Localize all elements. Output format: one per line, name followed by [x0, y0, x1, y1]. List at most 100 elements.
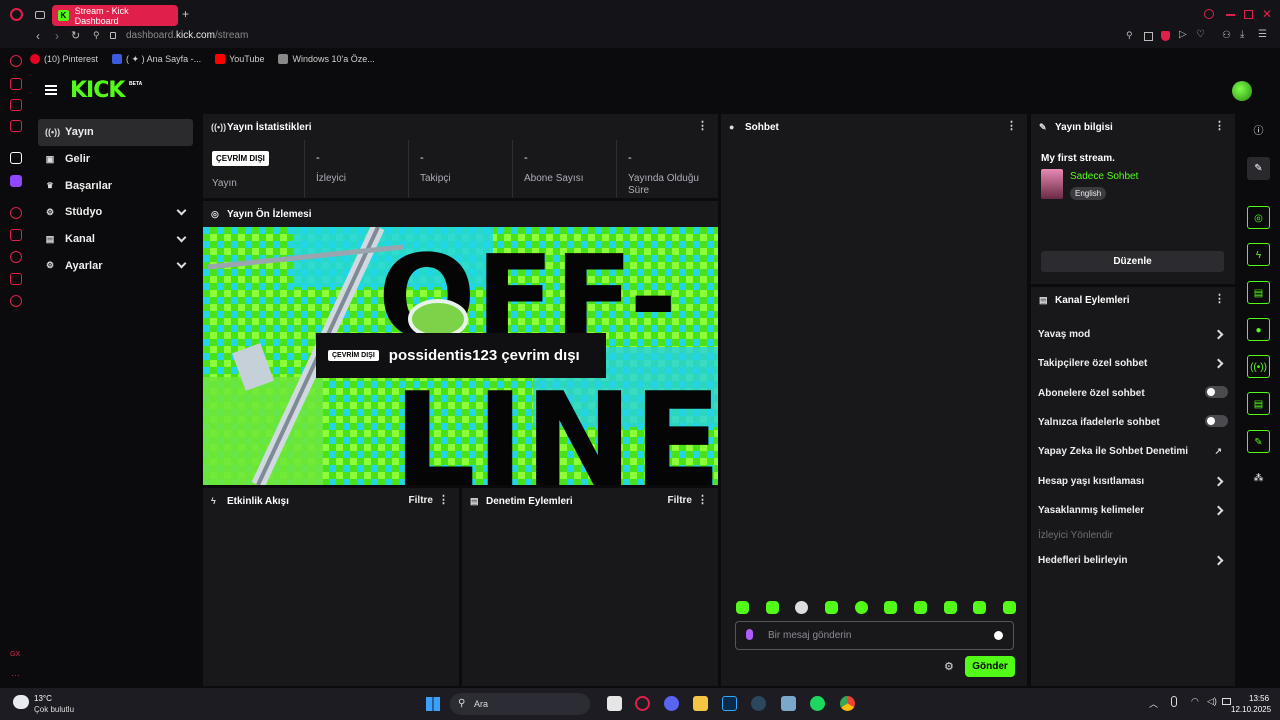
sidebar-flow-icon[interactable] — [10, 55, 22, 67]
emote-icon[interactable] — [854, 601, 868, 614]
steam-icon[interactable] — [751, 696, 766, 711]
menu-icon[interactable]: ☰ — [1258, 29, 1267, 40]
nav-item-ayarlar[interactable]: ⚙ Ayarlar — [38, 252, 193, 279]
microphone-icon[interactable] — [1171, 696, 1177, 707]
lightning-icon[interactable]: ϟ — [1247, 243, 1270, 266]
task-view-icon[interactable] — [607, 696, 622, 711]
sidebar-pinboard-icon[interactable] — [10, 229, 22, 241]
emote-only-toggle[interactable] — [1205, 415, 1228, 427]
bookmark-youtube[interactable]: YouTube — [215, 54, 264, 64]
chat-message-input[interactable]: Bir mesaj gönderin — [735, 621, 1014, 650]
close-button[interactable]: ✕ — [1262, 7, 1272, 21]
sidebar-aria-icon[interactable] — [10, 78, 22, 90]
tab-kick-dashboard[interactable]: K Stream - Kick Dashboard — [52, 5, 178, 26]
back-icon[interactable]: ‹ — [36, 29, 40, 43]
site-info-icon[interactable]: ⚲ — [93, 30, 100, 41]
sidebar-messenger-icon[interactable] — [10, 99, 22, 111]
subscribers-only-toggle[interactable] — [1205, 386, 1228, 398]
snapshot-icon[interactable] — [1144, 32, 1153, 41]
nav-item-studyo[interactable]: ⚙ Stüdyo — [38, 199, 193, 226]
play-icon[interactable]: ▷ — [1179, 29, 1187, 40]
clock-date[interactable]: 12.10.2025 — [1231, 705, 1271, 714]
hamburger-icon[interactable] — [45, 85, 57, 95]
chrome-icon[interactable] — [840, 696, 855, 711]
info-icon[interactable]: ⓘ — [1247, 120, 1270, 143]
sidebar-gx-icon[interactable]: GX — [10, 651, 20, 658]
document-icon[interactable]: ▤ — [1247, 281, 1270, 304]
vpn-shield-icon[interactable] — [1161, 31, 1170, 41]
sidebar-kick-icon[interactable] — [10, 152, 22, 164]
action-banned-words[interactable]: Yasaklanmış kelimeler — [1038, 505, 1228, 516]
more-options-icon[interactable]: ⋮ — [697, 495, 708, 506]
url-field[interactable]: dashboard.kick.com/stream — [126, 30, 248, 41]
account-icon[interactable]: ⚇ — [1222, 30, 1231, 41]
filter-button[interactable]: Filtre — [409, 495, 433, 506]
bookmark-pinterest[interactable]: (10) Pinterest — [30, 54, 98, 64]
sidebar-extensions-icon[interactable] — [10, 273, 22, 285]
sidebar-app-icon[interactable] — [10, 120, 22, 132]
send-button[interactable]: Gönder — [965, 656, 1015, 677]
edit-button[interactable]: Düzenle — [1041, 251, 1224, 272]
photoshop-icon[interactable] — [722, 696, 737, 711]
search-tabs-icon[interactable] — [1204, 9, 1214, 19]
emote-icon[interactable] — [884, 601, 898, 614]
more-options-icon[interactable]: ⋮ — [438, 495, 449, 506]
sidebar-settings-icon[interactable] — [10, 295, 22, 307]
filter-button[interactable]: Filtre — [668, 495, 692, 506]
nav-item-gelir[interactable]: ▣ Gelir — [38, 146, 193, 173]
sidebar-twitch-icon[interactable] — [10, 175, 22, 187]
chat-bubble-icon[interactable]: ● — [1247, 318, 1270, 341]
pin-icon[interactable]: ⚲ — [1126, 30, 1133, 41]
bookmark-windows[interactable]: Windows 10'a Öze... — [278, 54, 375, 64]
volume-icon[interactable]: ◁) — [1207, 696, 1217, 707]
tray-chevron-icon[interactable]: ︿ — [1149, 697, 1158, 710]
user-avatar[interactable] — [1232, 81, 1252, 101]
emote-icon[interactable] — [765, 601, 779, 614]
windows-start-icon[interactable] — [426, 697, 440, 711]
kick-logo[interactable]: KICK — [70, 78, 125, 103]
battery-icon[interactable] — [1222, 698, 1231, 705]
pencil-icon[interactable]: ✎ — [1247, 157, 1270, 180]
category-link[interactable]: Sadece Sohbet — [1070, 171, 1138, 182]
reload-icon[interactable]: ↻ — [71, 29, 80, 42]
opera-gx-icon[interactable] — [635, 696, 650, 711]
mic-icon[interactable] — [746, 629, 753, 640]
emote-icon[interactable] — [913, 601, 927, 614]
more-options-icon[interactable]: ⋮ — [1006, 121, 1017, 132]
clock-time[interactable]: 13:56 — [1249, 694, 1269, 703]
file-explorer-icon[interactable] — [693, 696, 708, 711]
wifi-icon[interactable]: ◠ — [1191, 696, 1199, 707]
emote-icon[interactable] — [795, 601, 809, 614]
heart-icon[interactable]: ♡ — [1196, 29, 1205, 40]
broadcast-icon[interactable]: ((•)) — [1247, 355, 1270, 378]
more-options-icon[interactable]: ⋮ — [1214, 121, 1225, 132]
app-icon[interactable] — [781, 696, 796, 711]
sidebar-history-icon[interactable] — [10, 251, 22, 263]
emote-icon[interactable] — [943, 601, 957, 614]
action-followers-only[interactable]: Takipçilere özel sohbet — [1038, 358, 1228, 369]
channel-icon[interactable]: ▤ — [1247, 392, 1270, 415]
action-account-age[interactable]: Hesap yaşı kısıtlaması — [1038, 476, 1228, 487]
more-options-icon[interactable]: ⋮ — [1214, 294, 1225, 305]
spotify-icon[interactable] — [810, 696, 825, 711]
minimize-button[interactable] — [1226, 14, 1235, 16]
nav-item-kanal[interactable]: ▤ Kanal — [38, 226, 193, 253]
emote-icon[interactable] — [736, 601, 749, 614]
nav-item-yayin[interactable]: ((•)) Yayın — [38, 119, 193, 146]
action-ai-moderation[interactable]: Yapay Zeka ile Sohbet Denetimi ↗ — [1038, 446, 1228, 457]
action-slow-mode[interactable]: Yavaş mod — [1038, 329, 1228, 340]
preview-icon[interactable]: ◎ — [1247, 206, 1270, 229]
discord-icon[interactable] — [664, 696, 679, 711]
forward-icon[interactable]: › — [55, 29, 59, 43]
chat-settings-icon[interactable]: ⚙ — [944, 660, 954, 673]
download-icon[interactable]: ⤓ — [1240, 29, 1244, 40]
taskbar-search[interactable]: ⚲ Ara — [450, 693, 590, 715]
emote-icon[interactable] — [1002, 601, 1016, 614]
action-set-goals[interactable]: Hedefleri belirleyin — [1038, 555, 1228, 566]
nav-item-basarilar[interactable]: ♛ Başarılar — [38, 172, 193, 199]
bookmark-ana-sayfa[interactable]: ( ✦ ) Ana Sayfa -... — [112, 54, 201, 65]
wrench-icon[interactable]: ✎ — [1247, 430, 1270, 453]
weather-icon[interactable] — [13, 695, 29, 709]
maximize-button[interactable] — [1244, 10, 1253, 19]
new-tab-button[interactable]: + — [182, 7, 189, 21]
